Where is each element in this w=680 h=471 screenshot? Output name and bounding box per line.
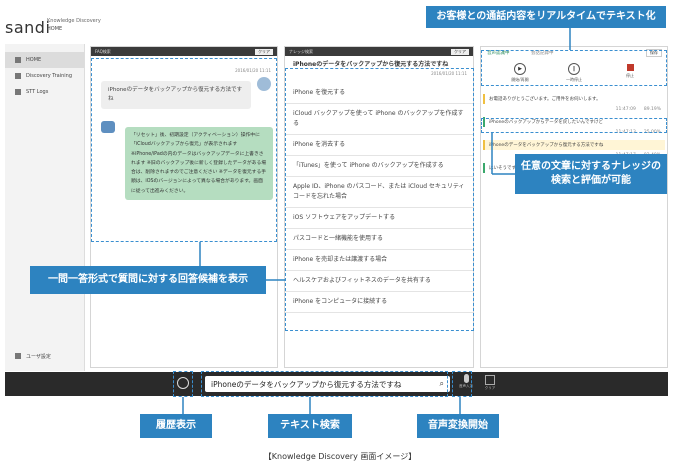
transcript-line-text: はいそうです (489, 166, 516, 171)
callout-history: 履歴表示 (140, 414, 212, 438)
app-header: sandi Knowledge Discovery HOME (5, 12, 475, 42)
figure-caption: 【Knowledge Discovery 画面イメージ】 (263, 452, 417, 461)
knowledge-panel-title: ナレッジ検索 (289, 48, 313, 54)
callout-qa-format: 一問一答形式で質問に対する回答候補を表示 (30, 266, 266, 294)
sidebar-item-home[interactable]: HOME (5, 52, 84, 68)
highlight-chat-panel (91, 58, 277, 242)
user-settings-icon (15, 353, 21, 359)
callout-realtime-transcription: お客様との通話内容をリアルタイムでテキスト化 (426, 6, 666, 28)
highlight-transcript-selected (481, 118, 667, 133)
clear-icon (485, 375, 495, 385)
app-name-line1: Knowledge Discovery (47, 18, 101, 24)
brand-logo[interactable]: sandi (5, 18, 50, 37)
sidebar: HOME Discovery Training STT Logs ユーザ設定 (5, 44, 85, 371)
transcript-panel: 音声認識中 会話記録中 保存 ▶ 開始/再開 ‖ 一時停止 停止 お電話ありがと… (480, 46, 668, 368)
clear-button[interactable]: クリア (481, 375, 499, 391)
knowledge-clear-button[interactable]: クリア (451, 48, 469, 55)
callout-knowledge-search: 任意の文章に対するナレッジの検索と評価が可能 (515, 154, 667, 194)
sidebar-item-discovery-training[interactable]: Discovery Training (5, 68, 84, 84)
sidebar-item-label: HOME (26, 57, 42, 63)
transcript-line-meta: 11:47:09 89.19% (483, 105, 665, 114)
highlight-mic (452, 371, 472, 397)
highlight-search (201, 371, 448, 397)
sidebar-item-label: Discovery Training (26, 73, 73, 79)
highlight-history (173, 371, 193, 397)
clear-label: クリア (484, 386, 496, 390)
sidebar-item-user-settings[interactable]: ユーザ設定 (5, 348, 51, 364)
callout-voice-start: 音声変換開始 (417, 414, 499, 438)
sidebar-item-label: STT Logs (26, 89, 49, 95)
faq-clear-button[interactable]: クリア (255, 48, 273, 55)
transcript-line[interactable]: お電話ありがとうございます。ご用件をお伺いします。 (483, 94, 665, 104)
knowledge-panel-header: ナレッジ検索 クリア (285, 47, 473, 56)
transcript-line-text: iPhoneのデータをバックアップから復元する方法ですね (489, 143, 604, 148)
highlight-knowledge-panel (285, 68, 474, 331)
highlight-transcript-top (481, 50, 667, 86)
faq-panel-title: FAQ検索 (95, 48, 111, 54)
users-icon (15, 89, 21, 95)
app-name-line2: HOME (47, 26, 63, 32)
transcript-line-time: 11:47:09 (615, 107, 636, 112)
home-icon (15, 57, 21, 63)
sidebar-item-label: ユーザ設定 (26, 353, 51, 360)
sidebar-item-stt-logs[interactable]: STT Logs (5, 84, 84, 100)
faq-panel-header: FAQ検索 クリア (91, 47, 277, 56)
transcript-line-score: 89.19% (643, 107, 661, 112)
training-icon (15, 73, 21, 79)
callout-text-search: テキスト検索 (268, 414, 352, 438)
transcript-line-text: お電話ありがとうございます。ご用件をお伺いします。 (489, 97, 601, 102)
transcript-line-selected[interactable]: iPhoneのデータをバックアップから復元する方法ですね (483, 140, 665, 150)
